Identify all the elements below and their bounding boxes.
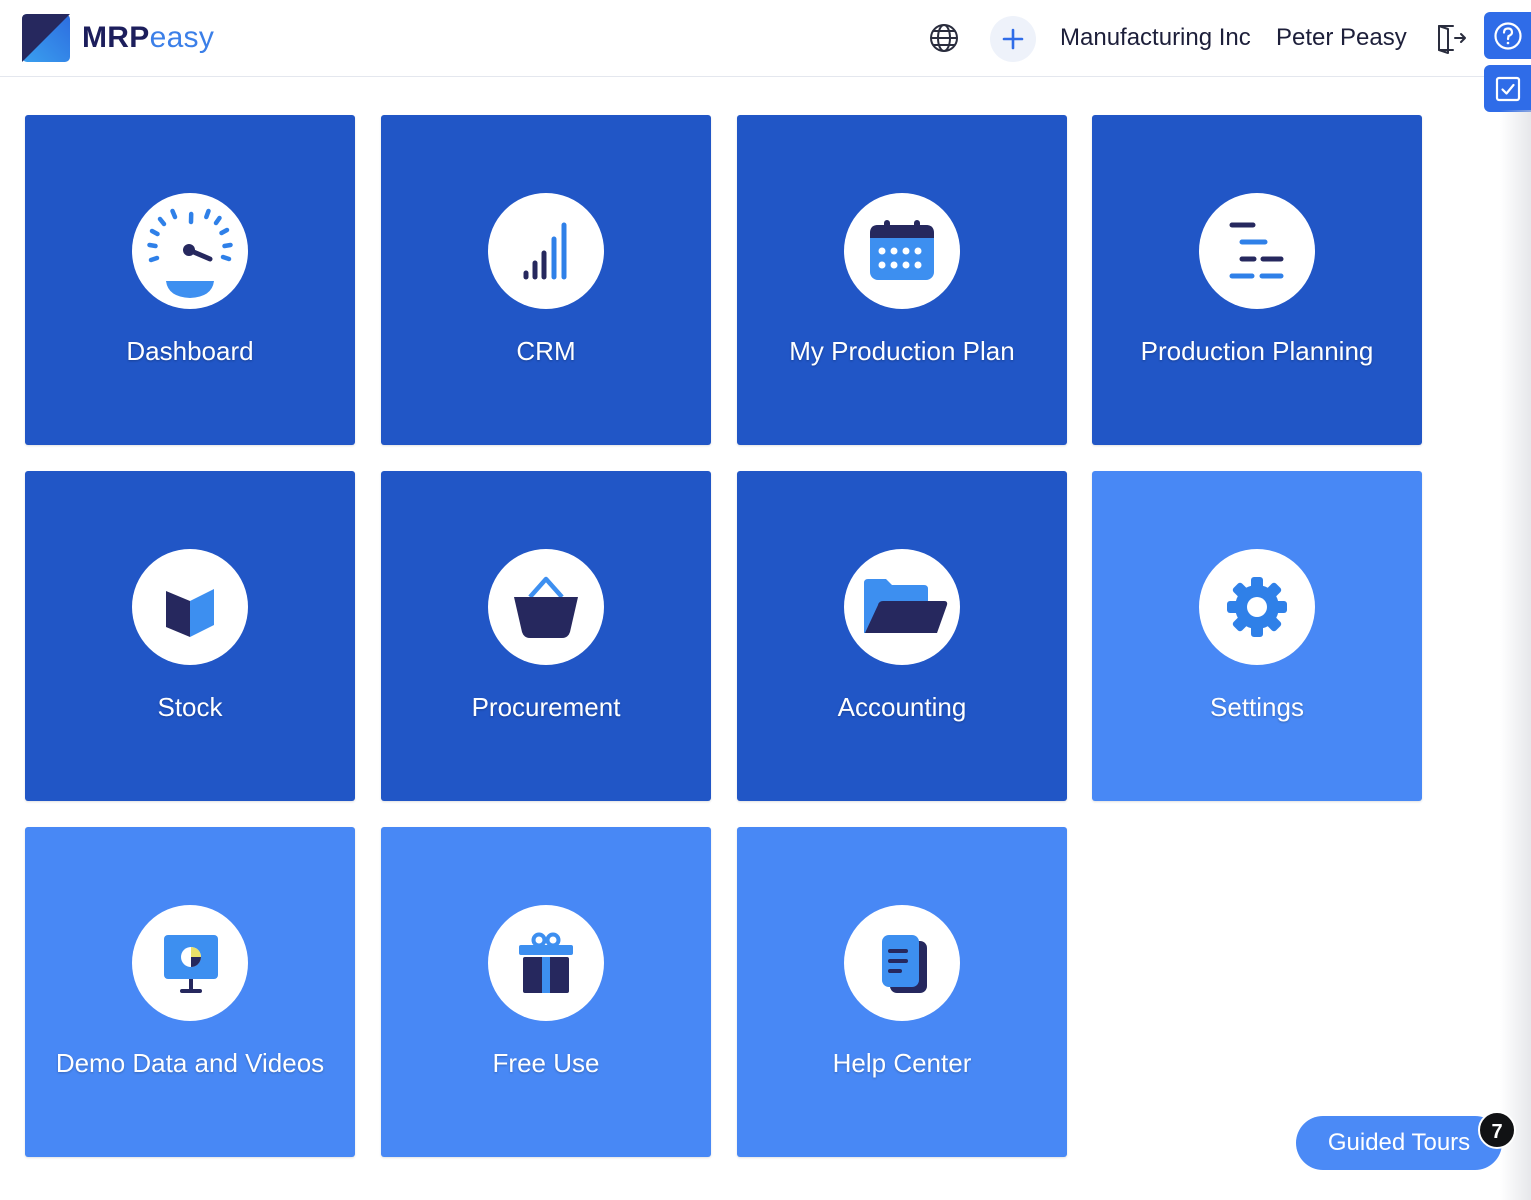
company-name[interactable]: Manufacturing Inc xyxy=(1060,22,1251,54)
globe-icon xyxy=(930,24,958,52)
tile-label: Production Planning xyxy=(1140,336,1374,366)
tile-label: Procurement xyxy=(471,692,621,722)
tile-free-use[interactable]: Free Use xyxy=(381,827,711,1157)
mrpeasy-logo[interactable]: MRPeasy xyxy=(22,14,214,62)
gear-icon xyxy=(1227,577,1287,637)
tile-production-planning[interactable]: Production Planning xyxy=(1092,115,1422,445)
plus-icon xyxy=(1002,28,1024,50)
tile-icon-circle xyxy=(1199,549,1315,665)
tile-crm[interactable]: CRM xyxy=(381,115,711,445)
tile-settings[interactable]: Settings xyxy=(1092,471,1422,801)
language-button[interactable] xyxy=(924,18,964,58)
checkbox-icon xyxy=(1495,76,1520,101)
tile-icon-circle xyxy=(844,193,960,309)
tile-label: Accounting xyxy=(837,692,967,722)
tile-icon-circle xyxy=(488,905,604,1021)
tile-label: CRM xyxy=(516,336,576,366)
tile-dashboard[interactable]: Dashboard xyxy=(25,115,355,445)
tile-stock[interactable]: Stock xyxy=(25,471,355,801)
app-root: MRPeasy Manufacturing Inc Peter Peasy Da… xyxy=(0,0,1531,1200)
logout-button[interactable] xyxy=(1430,18,1470,58)
guided-tours-button[interactable]: Guided Tours xyxy=(1296,1116,1502,1170)
presentation-icon xyxy=(164,935,218,993)
folder-icon xyxy=(864,579,948,633)
tile-label: Dashboard xyxy=(126,336,254,366)
tile-icon-circle xyxy=(132,193,248,309)
logo-text-light: easy xyxy=(149,21,215,54)
scroll-shadow xyxy=(1500,110,1531,1200)
gantt-lines-icon xyxy=(1229,222,1284,279)
tile-icon-circle xyxy=(488,193,604,309)
document-icon xyxy=(882,935,927,993)
box-icon xyxy=(166,589,214,637)
tile-accounting[interactable]: Accounting xyxy=(737,471,1067,801)
tile-label: Help Center xyxy=(832,1048,972,1078)
tile-label: Free Use xyxy=(492,1048,600,1078)
signal-bars-icon xyxy=(523,222,567,280)
tile-icon-circle xyxy=(488,549,604,665)
user-name[interactable]: Peter Peasy xyxy=(1276,22,1407,54)
create-new-button[interactable] xyxy=(990,16,1036,62)
help-circle-icon xyxy=(1493,21,1522,50)
tile-label: Demo Data and Videos xyxy=(55,1048,325,1078)
logout-icon xyxy=(1438,25,1466,54)
tile-icon-circle xyxy=(132,905,248,1021)
logo-mark-icon xyxy=(22,14,70,62)
gift-icon xyxy=(519,932,573,993)
tile-label: Stock xyxy=(157,692,223,722)
speedometer-icon xyxy=(147,208,233,298)
tile-help-center[interactable]: Help Center xyxy=(737,827,1067,1157)
tile-label: Settings xyxy=(1210,692,1304,722)
calendar-icon xyxy=(870,220,934,280)
tasks-side-button[interactable] xyxy=(1484,65,1531,112)
help-side-button[interactable] xyxy=(1484,12,1531,59)
tile-demo-data-and-videos[interactable]: Demo Data and Videos xyxy=(25,827,355,1157)
tile-my-production-plan[interactable]: My Production Plan xyxy=(737,115,1067,445)
tile-icon-circle xyxy=(844,549,960,665)
tile-label: My Production Plan xyxy=(789,336,1015,366)
tile-procurement[interactable]: Procurement xyxy=(381,471,711,801)
top-bar: MRPeasy Manufacturing Inc Peter Peasy xyxy=(0,0,1531,77)
tile-icon-circle xyxy=(1199,193,1315,309)
logo-text: MRPeasy xyxy=(82,14,214,62)
tile-icon-circle xyxy=(132,549,248,665)
basket-icon xyxy=(514,576,578,638)
guided-tours-count-badge: 7 xyxy=(1478,1111,1516,1149)
tile-icon-circle xyxy=(844,905,960,1021)
logo-text-strong: MRP xyxy=(82,21,150,54)
